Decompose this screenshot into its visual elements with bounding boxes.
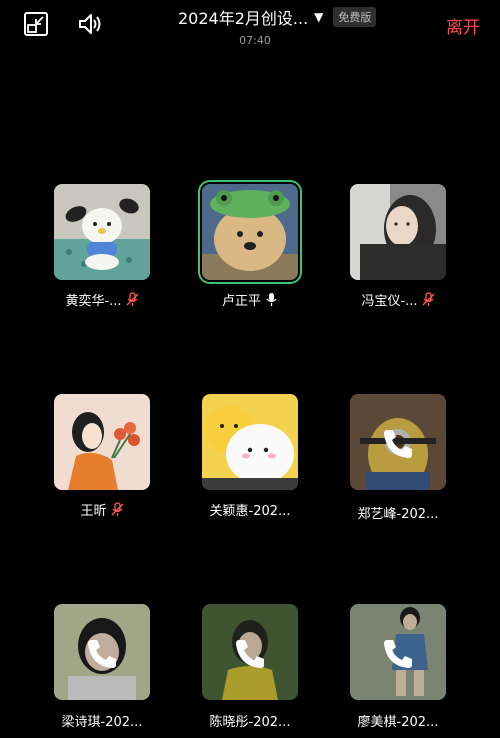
participant-name: 梁诗琪-202... [61, 715, 143, 730]
participant-name: 王昕 [80, 504, 107, 519]
participant-avatar [202, 184, 298, 280]
phone-calling-icon [230, 634, 270, 674]
mic-muted-icon [126, 292, 139, 307]
participant-avatar [350, 184, 446, 280]
participant-tile-3[interactable] [350, 184, 446, 280]
participant-tile-9[interactable] [350, 604, 446, 700]
phone-calling-icon [378, 424, 418, 464]
participant-label-9: 廖美棋-202... [323, 711, 473, 730]
dropdown-caret-icon: ▼ [314, 10, 324, 24]
participant-name: 卢正平 [221, 294, 261, 309]
mic-muted-icon [422, 292, 435, 307]
phone-calling-icon [378, 634, 418, 674]
participant-label-2: 卢正平 [175, 290, 325, 309]
participant-tile-4[interactable] [54, 394, 150, 490]
participant-name: 冯宝仪-... [361, 294, 418, 309]
participant-label-1: 黄奕华-... [27, 290, 177, 309]
participant-avatar [54, 394, 150, 490]
participant-name: 黄奕华-... [65, 294, 122, 309]
participant-tile-5[interactable] [202, 394, 298, 490]
mic-on-icon [265, 292, 278, 307]
call-duration: 07:40 [239, 34, 271, 47]
meeting-title: 2024年2月创设... [178, 9, 309, 28]
participant-label-5: 关颖惠-202... [175, 500, 325, 519]
participant-label-7: 梁诗琪-202... [27, 711, 177, 730]
participant-name: 廖美棋-202... [357, 715, 439, 730]
participant-label-3: 冯宝仪-... [323, 290, 473, 309]
participant-name: 关颖惠-202... [209, 504, 291, 519]
participant-tile-7[interactable] [54, 604, 150, 700]
participant-tile-1[interactable] [54, 184, 150, 280]
participant-avatar [54, 184, 150, 280]
participant-tile-6[interactable] [350, 394, 446, 490]
participant-name: 郑艺峰-202... [357, 507, 439, 522]
participant-label-8: 陈晓彤-202... [175, 711, 325, 730]
phone-calling-icon [82, 634, 122, 674]
top-bar: 2024年2月创设... ▼ 免费版 07:40 离开 [0, 0, 500, 56]
meeting-title-dropdown[interactable]: 2024年2月创设... ▼ 免费版 [178, 6, 377, 28]
mic-muted-icon [111, 502, 124, 517]
participant-name: 陈晓彤-202... [209, 715, 291, 730]
leave-button[interactable]: 离开 [446, 13, 480, 38]
plan-badge: 免费版 [333, 7, 377, 27]
participant-label-6: 郑艺峰-202... [323, 503, 473, 522]
participant-tile-8[interactable] [202, 604, 298, 700]
participant-tile-2[interactable] [202, 184, 298, 280]
participant-label-4: 王昕 [27, 500, 177, 519]
participant-avatar [202, 394, 298, 490]
